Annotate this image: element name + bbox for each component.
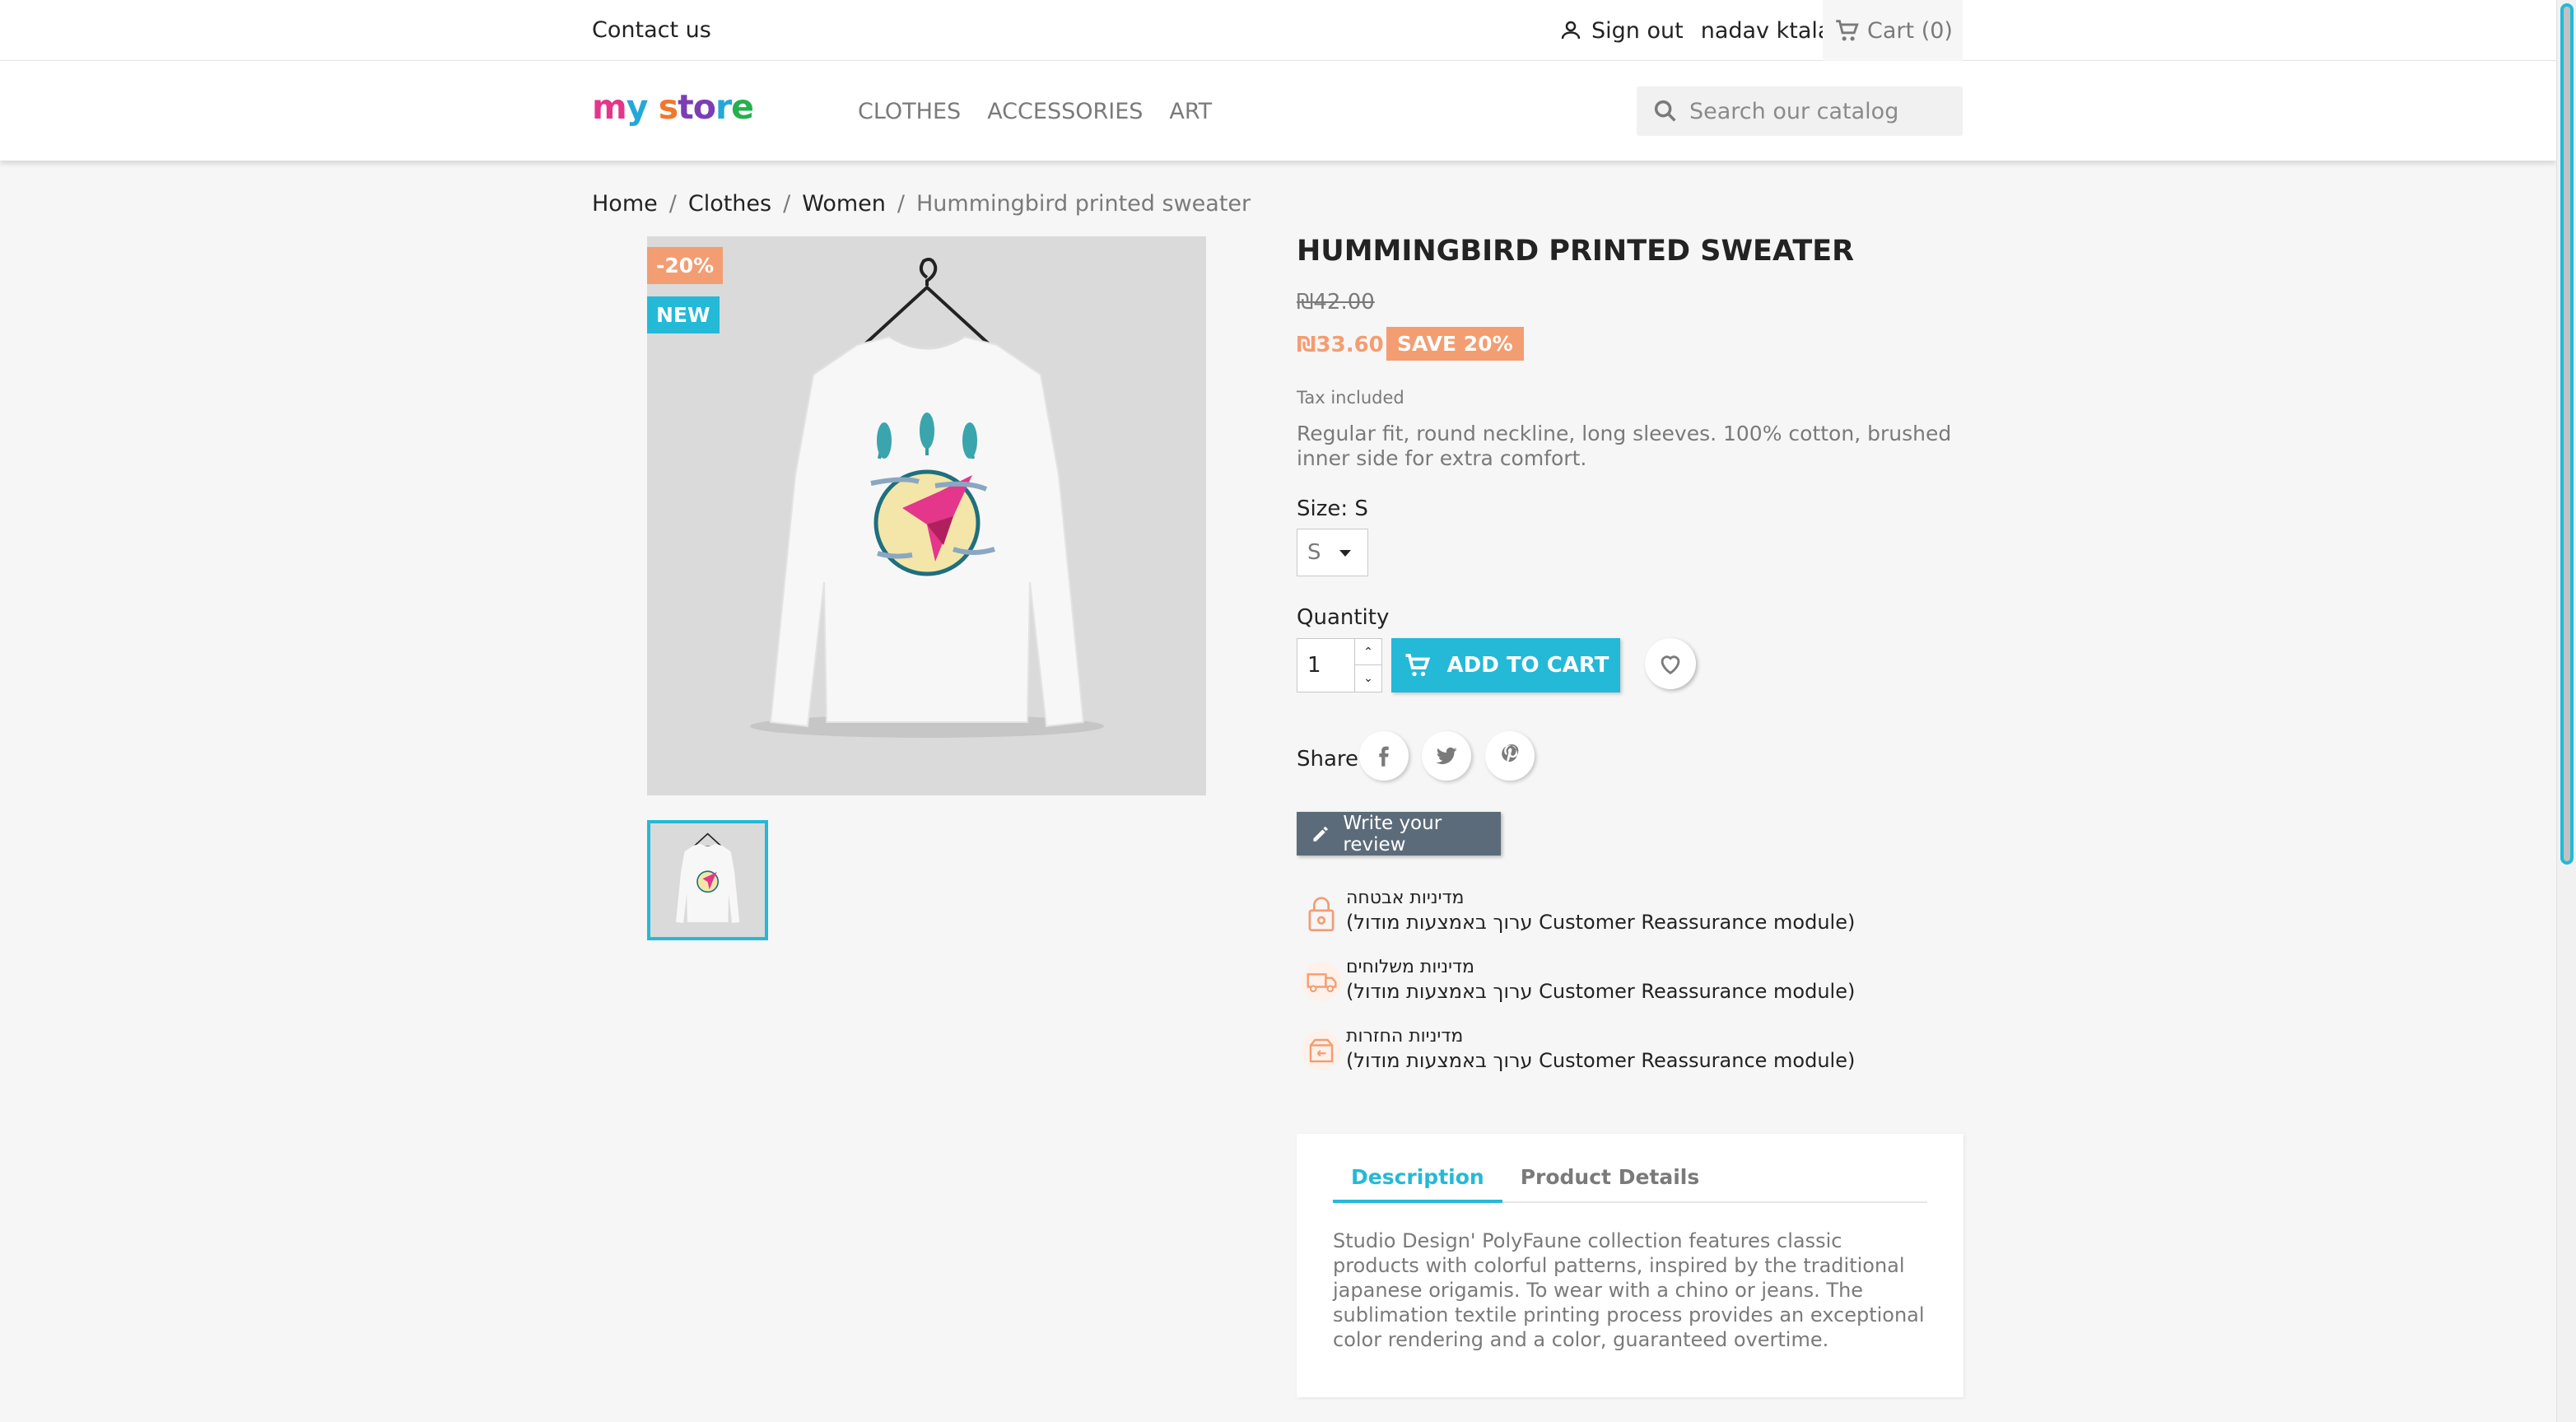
tab-description[interactable]: Description bbox=[1333, 1165, 1502, 1203]
product-main-image[interactable] bbox=[647, 236, 1206, 795]
sign-out-link[interactable]: Sign out bbox=[1591, 18, 1684, 44]
top-bar: Contact us Sign out nadav ktalav Cart (0… bbox=[0, 0, 2556, 61]
share-pinterest-button[interactable] bbox=[1485, 731, 1535, 781]
return-box-icon bbox=[1302, 1031, 1341, 1070]
nav-clothes[interactable]: CLOTHES bbox=[858, 99, 961, 124]
product-thumbnail[interactable] bbox=[647, 820, 768, 940]
reassurance-item: מדיניות משלוחים (ערוך באמצעות מודול Cust… bbox=[1297, 957, 1873, 1008]
main-nav: CLOTHES ACCESSORIES ART bbox=[858, 99, 1212, 124]
wishlist-button[interactable] bbox=[1645, 638, 1696, 689]
reassurance-title: מדיניות החזרות bbox=[1346, 1026, 1464, 1047]
share-twitter-button[interactable] bbox=[1422, 731, 1471, 781]
quantity-stepper: ⌃ ⌄ bbox=[1297, 638, 1382, 692]
breadcrumb-women[interactable]: Women bbox=[802, 191, 886, 217]
search-input[interactable] bbox=[1689, 98, 1953, 124]
write-review-label: Write your review bbox=[1343, 812, 1442, 856]
user-area: Sign out nadav ktalav bbox=[1558, 16, 1844, 45]
quantity-label: Quantity bbox=[1297, 605, 1390, 630]
product-tabs: Description Product Details bbox=[1333, 1165, 1927, 1203]
current-price: ₪33.60 bbox=[1297, 333, 1384, 357]
page-scrollbar[interactable] bbox=[2556, 0, 2576, 1422]
quantity-decrease-button[interactable]: ⌄ bbox=[1354, 665, 1381, 692]
cart-count: (0) bbox=[1921, 17, 1953, 44]
discount-badge: -20% bbox=[647, 247, 724, 284]
tax-note: Tax included bbox=[1297, 388, 1404, 408]
pencil-icon bbox=[1313, 826, 1328, 842]
breadcrumb-home[interactable]: Home bbox=[592, 191, 658, 217]
reassurance-title: מדיניות משלוחים bbox=[1346, 957, 1474, 977]
cart-icon bbox=[1405, 654, 1431, 677]
share-label: Share bbox=[1297, 747, 1359, 772]
short-description: Regular fit, round neckline, long sleeve… bbox=[1297, 422, 1952, 470]
size-selected-value: S bbox=[1307, 540, 1321, 565]
product-tabs-card: Description Product Details Studio Desig… bbox=[1297, 1134, 1963, 1397]
chevron-down-icon: ⌄ bbox=[1363, 672, 1373, 685]
new-badge: NEW bbox=[647, 296, 720, 333]
header: my store CLOTHES ACCESSORIES ART bbox=[0, 61, 2556, 161]
product-title: HUMMINGBIRD PRINTED SWEATER bbox=[1297, 235, 1855, 268]
breadcrumb-clothes[interactable]: Clothes bbox=[688, 191, 771, 217]
truck-icon bbox=[1302, 962, 1341, 1001]
reassurance-description: (ערוך באמצעות מודול Customer Reassurance… bbox=[1346, 980, 1856, 1003]
contact-us-link[interactable]: Contact us bbox=[592, 17, 711, 43]
tab-description-content: Studio Design' PolyFaune collection feat… bbox=[1333, 1229, 1925, 1351]
heart-icon bbox=[1661, 655, 1680, 675]
breadcrumb-current: Hummingbird printed sweater bbox=[915, 191, 1251, 217]
tab-product-details[interactable]: Product Details bbox=[1502, 1165, 1718, 1203]
pinterest-icon bbox=[1502, 744, 1519, 762]
quantity-input[interactable] bbox=[1297, 639, 1355, 692]
breadcrumb: Home / Clothes / Women / Hummingbird pri… bbox=[592, 191, 1251, 217]
breadcrumb-separator: / bbox=[897, 191, 905, 217]
lock-icon bbox=[1308, 897, 1335, 932]
share-facebook-button[interactable] bbox=[1359, 731, 1409, 781]
size-select[interactable]: S bbox=[1297, 529, 1368, 576]
sweater-illustration bbox=[647, 236, 1206, 795]
reassurance-description: (ערוך באמצעות מודול Customer Reassurance… bbox=[1346, 911, 1856, 934]
scrollbar-thumb[interactable] bbox=[2560, 3, 2574, 865]
breadcrumb-separator: / bbox=[668, 191, 677, 217]
nav-accessories[interactable]: ACCESSORIES bbox=[987, 99, 1143, 124]
cart-label: Cart bbox=[1867, 17, 1915, 44]
chevron-down-icon bbox=[1339, 550, 1351, 557]
twitter-icon bbox=[1436, 747, 1457, 765]
write-review-button[interactable]: Write your review bbox=[1297, 812, 1501, 856]
cart-button[interactable]: Cart (0) bbox=[1823, 0, 1963, 61]
save-badge: SAVE 20% bbox=[1386, 327, 1524, 361]
search-box bbox=[1637, 86, 1963, 136]
cart-icon bbox=[1836, 20, 1859, 41]
add-to-cart-button[interactable]: ADD TO CART bbox=[1391, 638, 1620, 692]
user-icon bbox=[1561, 21, 1581, 40]
sweater-thumbnail bbox=[650, 823, 765, 937]
reassurance-item: מדיניות החזרות (ערוך באמצעות מודול Custo… bbox=[1297, 1026, 1873, 1077]
add-to-cart-label: ADD TO CART bbox=[1446, 653, 1609, 678]
nav-art[interactable]: ART bbox=[1169, 99, 1212, 124]
quantity-increase-button[interactable]: ⌃ bbox=[1354, 639, 1381, 665]
search-icon[interactable] bbox=[1651, 97, 1679, 125]
reassurance-item: מדיניות אבטחה (ערוך באמצעות מודול Custom… bbox=[1297, 888, 1873, 939]
regular-price: ₪42.00 bbox=[1297, 290, 1375, 315]
facebook-icon bbox=[1379, 746, 1389, 767]
size-label: Size: S bbox=[1297, 497, 1368, 521]
store-logo[interactable]: my store bbox=[592, 87, 754, 127]
chevron-up-icon: ⌃ bbox=[1363, 645, 1373, 659]
breadcrumb-separator: / bbox=[783, 191, 791, 217]
reassurance-description: (ערוך באמצעות מודול Customer Reassurance… bbox=[1346, 1049, 1856, 1072]
reassurance-title: מדיניות אבטחה bbox=[1346, 888, 1465, 908]
